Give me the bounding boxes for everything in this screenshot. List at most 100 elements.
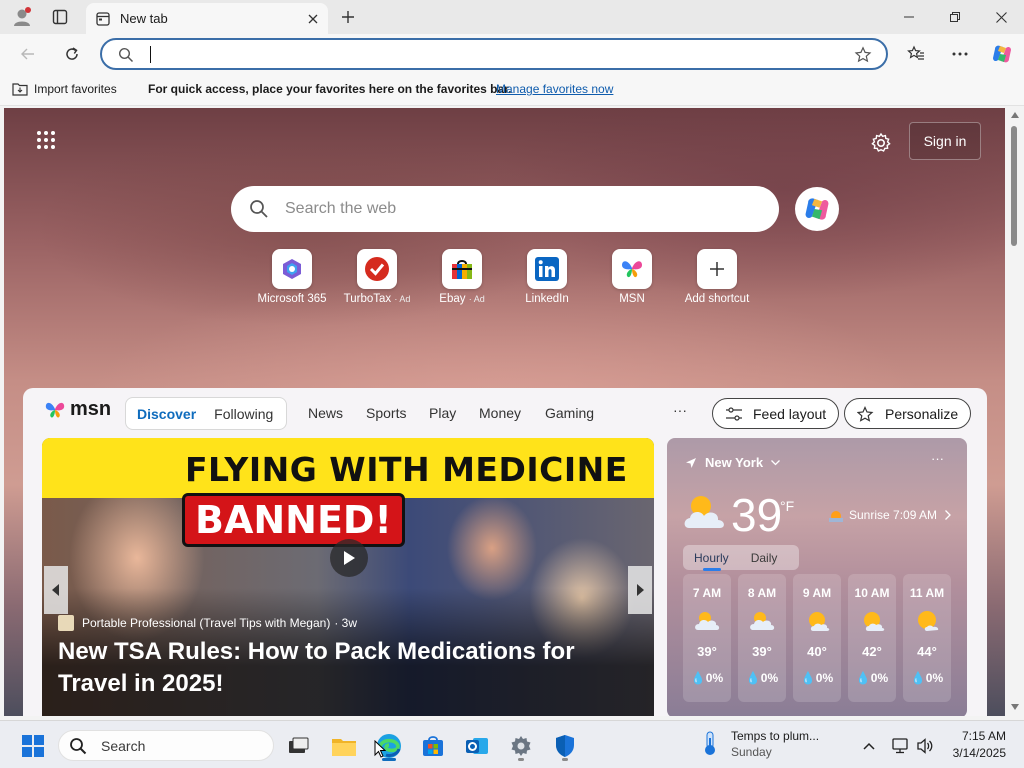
raindrop-icon: 💧: [745, 671, 761, 685]
hour-forecast[interactable]: 10 AM 42° 💧0%: [848, 574, 896, 702]
location-arrow-icon: [685, 457, 697, 469]
system-clock[interactable]: 7:15 AM 3/14/2025: [946, 729, 1006, 760]
tab-hourly[interactable]: Hourly: [694, 551, 729, 565]
close-window-button[interactable]: [978, 0, 1024, 34]
nav-play[interactable]: Play: [429, 405, 456, 421]
favorites-button[interactable]: [900, 38, 932, 70]
file-explorer-icon[interactable]: [327, 729, 361, 763]
import-icon: [12, 82, 28, 96]
page-scrollbar[interactable]: [1005, 108, 1024, 716]
article-source[interactable]: Portable Professional (Travel Tips with …: [58, 615, 357, 631]
settings-and-more-button[interactable]: [944, 38, 976, 70]
microsoft-store-icon[interactable]: [416, 729, 450, 763]
address-bar[interactable]: [100, 38, 888, 70]
ad-badge: · Ad: [468, 294, 485, 304]
shortcut-linkedin[interactable]: LinkedIn: [502, 249, 592, 305]
thermometer-icon: [700, 730, 720, 756]
nav-gaming[interactable]: Gaming: [545, 405, 594, 421]
tab-actions-icon[interactable]: [44, 1, 76, 33]
article-headline[interactable]: New TSA Rules: How to Pack Medications f…: [58, 636, 638, 700]
import-favorites-label: Import favorites: [34, 82, 117, 96]
settings-gear-icon[interactable]: [504, 729, 538, 763]
text-caret: [150, 46, 151, 63]
navigation-toolbar: [0, 34, 1024, 74]
hour-precip: 💧0%: [793, 671, 841, 685]
outlook-icon[interactable]: [460, 729, 494, 763]
sunrise-info[interactable]: Sunrise 7:09 AM: [829, 508, 951, 522]
active-app-indicator: [382, 758, 396, 761]
tab-discover[interactable]: Discover: [137, 406, 196, 422]
windows-security-icon[interactable]: [548, 729, 582, 763]
task-view-icon[interactable]: [281, 729, 315, 763]
refresh-button[interactable]: [56, 38, 88, 70]
shortcut-msn[interactable]: MSN: [587, 249, 677, 305]
hour-forecast[interactable]: 11 AM 44° 💧0%: [903, 574, 951, 702]
tab-following[interactable]: Following: [214, 406, 273, 422]
page-settings-gear-icon[interactable]: [866, 128, 896, 158]
sunrise-time: Sunrise 7:09 AM: [849, 508, 938, 522]
shortcut-microsoft-365[interactable]: Microsoft 365: [247, 249, 337, 305]
thumbnail-banned-label: BANNED!: [182, 493, 405, 547]
search-icon: [118, 47, 134, 63]
feed-tab-switch: Discover Following: [125, 397, 287, 430]
tab-daily[interactable]: Daily: [751, 551, 778, 565]
weather-more-button[interactable]: ···: [931, 451, 944, 466]
news-subtitle: Sunday: [731, 745, 772, 759]
nav-more-button[interactable]: ···: [673, 402, 687, 418]
hour-temp: 39°: [697, 644, 717, 659]
msn-butterfly-icon: [45, 402, 65, 417]
back-button[interactable]: [12, 38, 44, 70]
hour-precip: 💧0%: [848, 671, 896, 685]
favorites-bar-hint: For quick access, place your favorites h…: [148, 82, 512, 96]
copilot-search-button[interactable]: [795, 187, 839, 231]
nav-news[interactable]: News: [308, 405, 343, 421]
sign-in-button[interactable]: Sign in: [909, 122, 981, 160]
source-name: Portable Professional (Travel Tips with …: [82, 616, 331, 630]
nav-sports[interactable]: Sports: [366, 405, 406, 421]
add-favorite-star-icon[interactable]: [854, 46, 872, 64]
profile-icon[interactable]: [6, 1, 38, 33]
hour-forecast[interactable]: 9 AM 40° 💧0%: [793, 574, 841, 702]
scrollbar-thumb[interactable]: [1011, 126, 1017, 246]
close-tab-icon[interactable]: [308, 14, 318, 24]
clock-date: 3/14/2025: [952, 746, 1006, 760]
search-icon: [69, 737, 87, 755]
weather-card[interactable]: New York ··· 39 °F Sunrise 7:09 AM Hourl…: [667, 438, 967, 716]
shortcut-turbotax[interactable]: TurboTax · Ad: [332, 249, 422, 305]
scroll-up-arrow-icon[interactable]: [1011, 112, 1019, 118]
nav-money[interactable]: Money: [479, 405, 521, 421]
play-button[interactable]: [330, 539, 368, 577]
shortcut-ebay[interactable]: Ebay · Ad: [417, 249, 507, 305]
add-plus-icon: [697, 249, 737, 289]
taskbar-news-widget[interactable]: Temps to plum... Sunday: [700, 728, 819, 760]
hour-temp: 39°: [752, 644, 772, 659]
msn-logo[interactable]: msn: [43, 398, 111, 421]
copilot-icon[interactable]: [986, 38, 1018, 70]
import-favorites-button[interactable]: Import favorites: [12, 82, 117, 96]
tab-new-tab[interactable]: New tab: [86, 3, 328, 34]
start-button[interactable]: [16, 729, 50, 763]
carousel-next-button[interactable]: [628, 566, 652, 614]
restore-button[interactable]: [932, 0, 978, 34]
hero-video-card[interactable]: FLYING WITH MEDICINE BANNED! Portable Pr…: [42, 438, 654, 716]
hour-forecast[interactable]: 8 AM 39° 💧0%: [738, 574, 786, 702]
show-hidden-icons-chevron-icon[interactable]: [852, 729, 886, 763]
shortcut-add[interactable]: Add shortcut: [672, 249, 762, 305]
article-age: · 3w: [334, 616, 357, 630]
shortcut-label: Add shortcut: [684, 293, 750, 305]
minimize-button[interactable]: [886, 0, 932, 34]
personalize-button[interactable]: Personalize: [844, 398, 972, 429]
manage-favorites-link[interactable]: Manage favorites now: [496, 82, 613, 96]
hour-precip-value: 0%: [815, 671, 834, 685]
hour-forecast[interactable]: 7 AM 39° 💧0%: [683, 574, 731, 702]
volume-icon[interactable]: [908, 729, 942, 763]
new-tab-plus-icon[interactable]: [332, 1, 364, 33]
scroll-down-arrow-icon[interactable]: [1011, 704, 1019, 710]
carousel-prev-button[interactable]: [44, 566, 68, 614]
feed-layout-button[interactable]: Feed layout: [712, 398, 840, 429]
web-search-box[interactable]: Search the web: [231, 186, 779, 232]
app-launcher-icon[interactable]: [36, 130, 60, 154]
weather-location[interactable]: New York: [685, 455, 781, 470]
temperature-unit[interactable]: °F: [780, 498, 794, 514]
taskbar-search[interactable]: Search: [58, 730, 274, 761]
